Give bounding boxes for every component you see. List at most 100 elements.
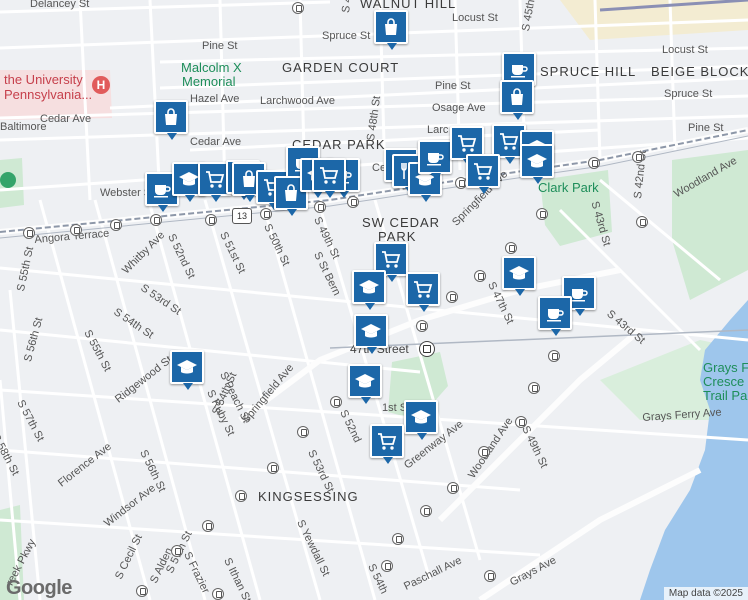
bus-stop-icon[interactable]: [70, 224, 82, 236]
shopping-bag-icon: [511, 88, 523, 105]
grocery-cart-icon: [414, 281, 433, 298]
poi-grays-ferry-1[interactable]: Grays Fe: [703, 360, 748, 375]
bus-stop-icon[interactable]: [292, 2, 304, 14]
shopping-bag-icon: [285, 184, 297, 201]
school-icon: [527, 154, 547, 168]
park-pin-icon[interactable]: [0, 172, 16, 188]
street-spruce-e: Spruce St: [664, 88, 713, 100]
street-hazel: Hazel Ave: [190, 93, 240, 105]
hospital-icon[interactable]: H: [92, 76, 110, 94]
bus-stop-icon[interactable]: [314, 201, 326, 213]
google-logo[interactable]: Google: [6, 577, 72, 600]
area-sw-cedar-park-1: SW CEDAR: [362, 215, 441, 230]
place-marker[interactable]: [520, 144, 554, 184]
place-marker[interactable]: [354, 314, 388, 354]
bus-stop-icon[interactable]: [171, 545, 183, 557]
area-beige-block: BEIGE BLOCK: [651, 64, 748, 79]
bus-stop-icon[interactable]: [23, 227, 35, 239]
poi-grays-ferry-3[interactable]: Trail Pa: [703, 388, 747, 403]
grocery-cart-icon: [500, 133, 519, 150]
street-osage: Osage Ave: [432, 102, 486, 114]
bus-stop-icon[interactable]: [528, 382, 540, 394]
school-icon: [411, 410, 431, 424]
bus-stop-icon[interactable]: [205, 214, 217, 226]
school-icon: [359, 280, 379, 294]
bus-stop-icon[interactable]: [392, 533, 404, 545]
poi-university-1[interactable]: the University: [4, 72, 83, 87]
poi-malcolm-x-1[interactable]: Malcolm X: [181, 60, 242, 75]
street-cedar-c: Cedar Ave: [190, 136, 242, 148]
bus-stop-icon[interactable]: [202, 520, 214, 532]
bus-stop-icon[interactable]: [212, 588, 224, 600]
bus-stop-icon[interactable]: [505, 242, 517, 254]
school-icon: [355, 374, 375, 388]
poi-malcolm-x-2[interactable]: Memorial: [182, 74, 235, 89]
street-s4-top: S 4: [340, 0, 355, 14]
bus-stop-icon[interactable]: [235, 490, 247, 502]
bus-stop-icon[interactable]: [536, 208, 548, 220]
grocery-cart-icon: [458, 135, 477, 152]
place-marker[interactable]: [312, 158, 346, 198]
bus-stop-icon[interactable]: [150, 214, 162, 226]
place-marker[interactable]: [154, 100, 188, 140]
bus-stop-icon[interactable]: [381, 560, 393, 572]
school-icon: [179, 172, 199, 186]
map-attribution[interactable]: Map data ©2025: [663, 587, 748, 600]
cafe-icon: [427, 153, 444, 166]
place-marker[interactable]: [418, 140, 452, 180]
place-marker[interactable]: [374, 10, 408, 50]
street-larchwood: Larchwood Ave: [260, 95, 336, 107]
bus-stop-icon[interactable]: [484, 570, 496, 582]
place-marker[interactable]: [404, 400, 438, 440]
street-delancey: Delancey St: [30, 0, 90, 10]
bus-stop-icon[interactable]: [588, 157, 600, 169]
bus-stop-icon[interactable]: [515, 416, 527, 428]
poi-clark-park[interactable]: Clark Park: [538, 180, 599, 195]
street-locust-top: Locust St: [452, 12, 498, 24]
bus-stop-icon[interactable]: [297, 426, 309, 438]
grocery-cart-icon: [378, 433, 397, 450]
place-marker[interactable]: [406, 272, 440, 312]
bus-stop-icon[interactable]: [416, 320, 428, 332]
bus-stop-icon[interactable]: [136, 585, 148, 597]
place-marker[interactable]: [500, 80, 534, 120]
grocery-cart-icon: [474, 163, 493, 180]
bus-stop-icon[interactable]: [110, 219, 122, 231]
bus-stop-icon[interactable]: [447, 482, 459, 494]
bus-stop-icon[interactable]: [420, 505, 432, 517]
area-garden-court: GARDEN COURT: [282, 60, 400, 75]
bus-stop-icon[interactable]: [632, 151, 644, 163]
place-marker[interactable]: [352, 270, 386, 310]
metro-station-icon[interactable]: [419, 341, 435, 357]
bus-stop-icon[interactable]: [446, 291, 458, 303]
grocery-cart-icon: [320, 167, 339, 184]
poi-university-2[interactable]: Pennsylvania...: [4, 87, 92, 102]
cafe-icon: [154, 185, 171, 198]
bus-stop-icon[interactable]: [548, 350, 560, 362]
map-canvas[interactable]: WALNUT HILL GARDEN COURT SPRUCE HILL BEI…: [0, 0, 748, 600]
bus-stop-icon[interactable]: [330, 396, 342, 408]
school-icon: [509, 266, 529, 280]
bus-stop-icon[interactable]: [636, 216, 648, 228]
cafe-icon: [547, 309, 564, 322]
place-marker[interactable]: [466, 154, 500, 194]
place-marker[interactable]: [370, 424, 404, 464]
street-pine-e: Pine St: [688, 122, 724, 134]
school-icon: [177, 360, 197, 374]
street-pine-w: Pine St: [202, 40, 238, 52]
place-marker[interactable]: [538, 296, 572, 336]
school-icon: [361, 324, 381, 338]
place-marker[interactable]: [348, 364, 382, 404]
bus-stop-icon[interactable]: [267, 462, 279, 474]
poi-grays-ferry-2[interactable]: Cresce: [703, 374, 744, 389]
place-marker[interactable]: [170, 350, 204, 390]
bus-stop-icon[interactable]: [474, 270, 486, 282]
area-spruce-hill: SPRUCE HILL: [540, 64, 637, 79]
street-locust-e: Locust St: [662, 44, 708, 56]
bus-stop-icon[interactable]: [478, 446, 490, 458]
street-cedar-w: Cedar Ave: [40, 113, 92, 125]
shopping-bag-icon: [385, 18, 397, 35]
place-marker[interactable]: [502, 256, 536, 296]
grocery-cart-icon: [206, 171, 225, 188]
street-spruce: Spruce St: [322, 30, 371, 42]
